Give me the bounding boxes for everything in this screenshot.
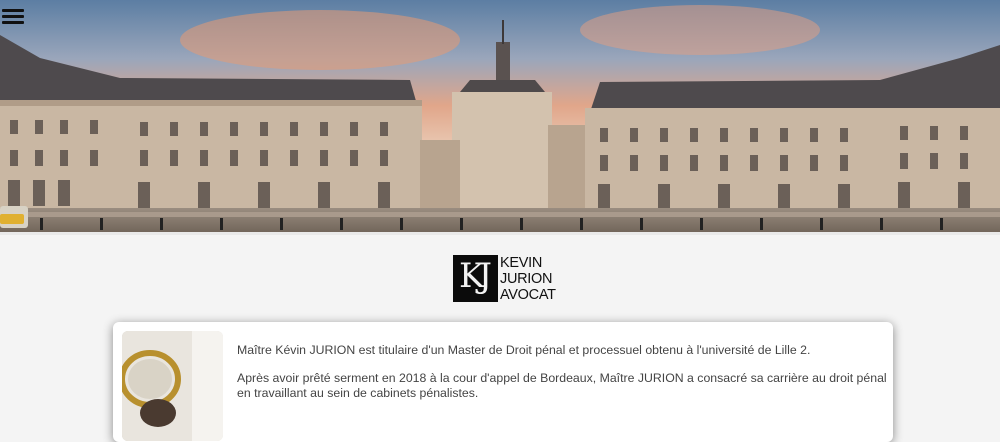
logo-line-first-name: KEVIN xyxy=(500,255,543,271)
portrait-photo xyxy=(122,331,223,441)
logo-monogram-text: KJ xyxy=(459,256,492,296)
bio-paragraph: Maître Kévin JURION est titulaire d'un M… xyxy=(237,343,811,357)
logo-line-profession: AVOCAT xyxy=(500,287,556,304)
menu-bar xyxy=(2,15,24,18)
hamburger-menu-icon[interactable] xyxy=(2,6,24,28)
site-logo[interactable]: KJ KEVIN JURION AVOCAT xyxy=(453,255,556,305)
menu-bar xyxy=(2,21,24,24)
bio-text: Maître Kévin JURION est titulaire d'un M… xyxy=(237,343,887,414)
lawyer-portrait xyxy=(122,331,223,441)
logo-wordmark: KEVIN JURION AVOCAT xyxy=(500,255,556,304)
hero-banner xyxy=(0,0,1000,235)
logo-line-last-name: JURION xyxy=(500,271,553,288)
banner-photo xyxy=(0,0,1000,235)
logo-monogram: KJ xyxy=(453,255,498,302)
bio-paragraph: Après avoir prêté serment en 2018 à la c… xyxy=(237,371,887,400)
menu-bar xyxy=(2,9,24,12)
bio-card: Maître Kévin JURION est titulaire d'un M… xyxy=(113,322,893,442)
